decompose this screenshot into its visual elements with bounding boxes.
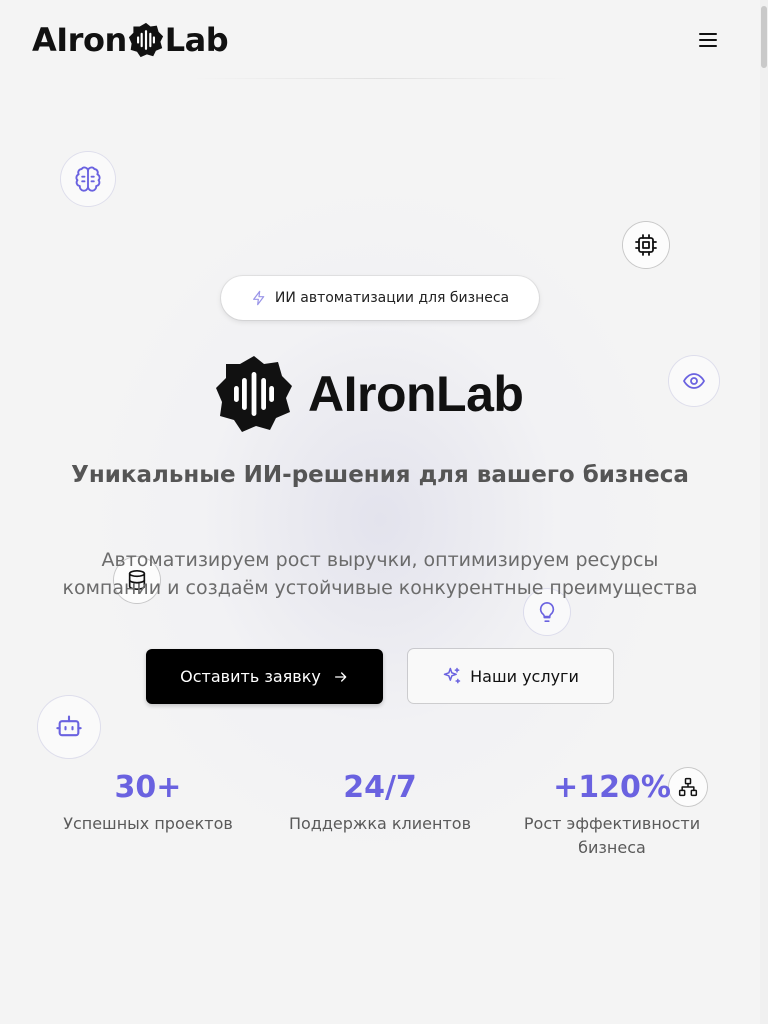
- logo-text-left: AIron: [32, 21, 127, 59]
- brain-icon-bubble: [61, 152, 115, 206]
- stat-value: 24/7: [343, 770, 417, 805]
- stat-label: Рост эффективности бизнеса: [506, 812, 718, 860]
- hero-lead-line-2: компании и создаём устойчивые конкурентн…: [62, 577, 698, 599]
- hamburger-icon: [699, 33, 717, 47]
- stat-value: +120%: [553, 770, 671, 805]
- cpu-icon-bubble: [623, 222, 669, 268]
- lightning-icon: [252, 290, 265, 306]
- lightbulb-icon: [539, 602, 555, 622]
- submit-request-label: Оставить заявку: [180, 667, 321, 686]
- our-services-label: Наши услуги: [470, 666, 579, 686]
- brain-icon: [75, 166, 101, 192]
- stat-support: 24/7 Поддержка клиентов: [280, 770, 480, 836]
- stat-label: Успешных проектов: [63, 814, 233, 833]
- stat-projects: 30+ Успешных проектов: [48, 770, 248, 836]
- arrow-right-icon: [334, 671, 347, 682]
- cpu-icon: [635, 234, 657, 256]
- submit-request-button[interactable]: Оставить заявку: [146, 649, 383, 704]
- our-services-button[interactable]: Наши услуги: [408, 649, 613, 703]
- hero-badge: ИИ автоматизации для бизнеса: [221, 276, 539, 320]
- stat-efficiency: +120% Рост эффективности бизнеса: [506, 770, 718, 860]
- bot-icon: [56, 715, 82, 737]
- eye-icon: [683, 373, 705, 389]
- bot-icon-bubble: [38, 696, 100, 758]
- menu-button[interactable]: [692, 28, 724, 52]
- hero-brand: AIronLab: [214, 352, 524, 436]
- stat-label-line-2: бизнеса: [578, 838, 646, 857]
- logo-soundwave-icon: [128, 22, 163, 58]
- hero-lead-line-1: Автоматизируем рост выручки, оптимизируе…: [101, 549, 659, 571]
- site-logo[interactable]: AIron Lab: [32, 20, 229, 60]
- hero-headline: Уникальные ИИ-решения для вашего бизнеса: [71, 462, 689, 488]
- page-scrollbar[interactable]: [760, 0, 768, 1024]
- stat-value: 30+: [114, 770, 182, 805]
- brand-soundwave-icon: [216, 356, 292, 432]
- logo-text-right: Lab: [164, 21, 229, 59]
- scrollbar-thumb[interactable]: [761, 6, 767, 68]
- header-divider: [190, 78, 570, 79]
- sparkles-icon: [443, 667, 461, 684]
- brand-name: AIronLab: [308, 366, 524, 422]
- stat-label-line-1: Рост эффективности: [523, 814, 701, 833]
- hero-badge-text: ИИ автоматизации для бизнеса: [274, 290, 510, 306]
- eye-icon-bubble: [669, 356, 719, 406]
- hero-lead: Автоматизируем рост выручки, оптимизируе…: [40, 546, 720, 602]
- stat-label: Поддержка клиентов: [288, 814, 472, 833]
